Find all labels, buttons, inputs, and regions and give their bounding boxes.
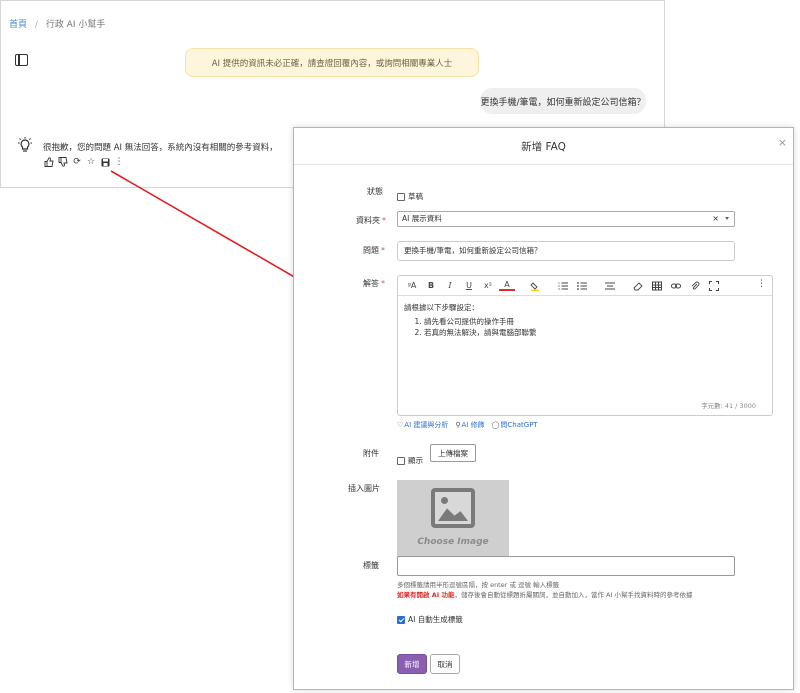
folder-select-value: AI 展示資料 [402,214,442,223]
bold-icon[interactable]: B [423,279,439,293]
draft-checkbox-label: 草稿 [408,192,423,201]
highlight-icon[interactable] [527,279,543,293]
tags-ai-help-text: 如果有開啟 AI 功能，儲存後會自動從標題折屬關詞，並自動加入，當作 AI 小幫… [397,589,692,599]
attachment-icon[interactable] [687,279,703,293]
breadcrumb-separator: / [34,20,38,30]
tags-label: 標籤 [363,561,379,570]
table-icon[interactable] [649,279,665,293]
image-placeholder-icon [431,488,475,528]
ordered-list-icon[interactable]: 123 [555,279,571,293]
auto-tag-checkbox[interactable] [397,615,405,624]
required-mark: * [382,216,386,225]
folder-label-text: 資料夾 [356,216,380,225]
more-vertical-icon[interactable]: ⋮ [114,157,124,167]
tags-input[interactable] [397,556,735,576]
submit-button[interactable]: 新增 [397,654,427,674]
choose-image-text: Choose Image [417,537,489,547]
folder-select[interactable]: AI 展示資料 × [397,211,735,227]
bot-message-actions: ⟳ ☆ ⋮ [44,157,124,167]
sidebar-toggle-icon[interactable] [15,54,28,66]
character-counter: 字元數: 41 / 3000 [701,402,756,410]
align-center-icon[interactable] [602,279,618,293]
add-faq-modal: 新增 FAQ × 狀態 草稿 資料夾 * AI 展示資料 × 問題 * 更換手機/筆… [293,127,794,690]
ask-chatgpt-link[interactable]: ◯問ChatGPT [492,420,538,430]
required-mark: * [381,246,385,255]
ai-polish-link[interactable]: ⚲AI 修飾 [455,420,484,430]
answer-step: 請先看公司提供的操作手冊 [424,316,766,327]
modal-header: 新增 FAQ × [294,128,793,165]
draft-checkbox[interactable] [397,192,405,201]
fullscreen-icon[interactable] [706,279,722,293]
breadcrumb: 首頁 / 行政 AI 小幫手 [9,17,105,30]
superscript-icon[interactable]: x² [480,279,496,293]
required-mark: * [381,279,385,288]
bot-message: 很抱歉，您的問題 AI 無法回答，系統內沒有相關的參考資料， [43,143,278,153]
answer-editor-content[interactable]: 請根據以下步驟設定： 請先看公司提供的操作手冊 若真的無法解決，請與電腦部聯繫 [398,296,772,344]
thumbs-down-icon[interactable] [58,157,68,167]
answer-step: 若真的無法解決，請與電腦部聯繫 [424,327,766,338]
ai-help-rest: ，儲存後會自動從標題折屬關詞，並自動加入，當作 AI 小幫手找資料時的參考依據 [454,591,693,599]
ai-suggest-link[interactable]: ♡AI 建議與分析 [397,420,448,430]
breadcrumb-current: 行政 AI 小幫手 [45,20,106,30]
question-label-text: 問題 [363,246,379,255]
upload-file-button[interactable]: 上傳檔案 [430,444,476,462]
refresh-icon[interactable]: ⟳ [72,157,82,167]
insert-image-label: 插入圖片 [348,484,380,493]
clear-icon[interactable]: × [712,212,719,226]
svg-text:3: 3 [558,287,560,291]
answer-steps: 請先看公司提供的操作手冊 若真的無法解決，請與電腦部聯繫 [404,316,766,338]
italic-icon[interactable]: I [442,279,458,293]
close-icon[interactable]: × [778,136,787,149]
eraser-icon[interactable] [630,279,646,293]
more-vertical-icon[interactable]: ⋮ [757,279,766,289]
question-label: 問題 * [363,245,385,256]
auto-tag-option: AI 自動生成標籤 [397,614,463,625]
modal-title: 新增 FAQ [521,141,566,153]
auto-tag-label: AI 自動生成標籤 [408,615,463,624]
magic-wand-icon: ⚲ [455,421,461,429]
ai-tools: ♡AI 建議與分析 ⚲AI 修飾 ◯問ChatGPT [397,420,538,430]
editor-toolbar: ᵍA B I U x² A 123 ⋮ [398,276,772,296]
folder-label: 資料夾 * [356,215,386,226]
draft-option: 草稿 [397,186,423,205]
display-checkbox-label: 顯示 [408,456,423,465]
attachment-display-option: 顯示 [397,450,423,469]
status-label: 狀態 [367,187,383,196]
question-input[interactable]: 更換手機/筆電，如何重新設定公司信箱？ [397,241,735,261]
font-size-icon[interactable]: ᵍA [404,279,420,293]
cancel-button[interactable]: 取消 [430,654,460,674]
font-color-icon[interactable]: A [499,280,515,291]
user-message-bubble: 更換手機/筆電，如何重新設定公司信箱？ [480,88,646,114]
chat-icon: ◯ [491,421,500,429]
ai-polish-text: AI 修飾 [461,421,485,429]
chevron-down-icon[interactable] [725,217,729,220]
tags-help-text: 多個標籤請用半形逗號區隔，按 enter 或 逗號 輸入標籤 [397,581,560,589]
display-checkbox[interactable] [397,456,405,465]
ai-suggest-text: AI 建議與分析 [404,421,449,429]
breadcrumb-home[interactable]: 首頁 [9,20,27,30]
answer-editor: ᵍA B I U x² A 123 ⋮ 請根據以下步驟設定： 1. 請先看公司提… [397,275,773,416]
disclaimer-banner: AI 提供的資訊未必正確，請查證回覆內容，或詢問相關專業人士 [185,48,479,77]
bullet-list-icon[interactable] [574,279,590,293]
lightbulb-icon: ♡ [397,421,404,429]
thumbs-up-icon[interactable] [44,157,54,167]
lightbulb-icon [18,137,32,152]
answer-label-text: 解答 [363,279,379,288]
underline-icon[interactable]: U [461,279,477,293]
save-icon[interactable] [100,157,110,167]
answer-label: 解答 * [363,278,385,289]
answer-intro: 請根據以下步驟設定： [404,303,479,312]
attachment-label: 附件 [363,449,379,458]
star-icon[interactable]: ☆ [86,157,96,167]
ai-warning-text: 如果有開啟 AI 功能 [397,591,455,599]
link-icon[interactable] [668,279,684,293]
ask-chatgpt-text: 問ChatGPT [500,421,538,429]
